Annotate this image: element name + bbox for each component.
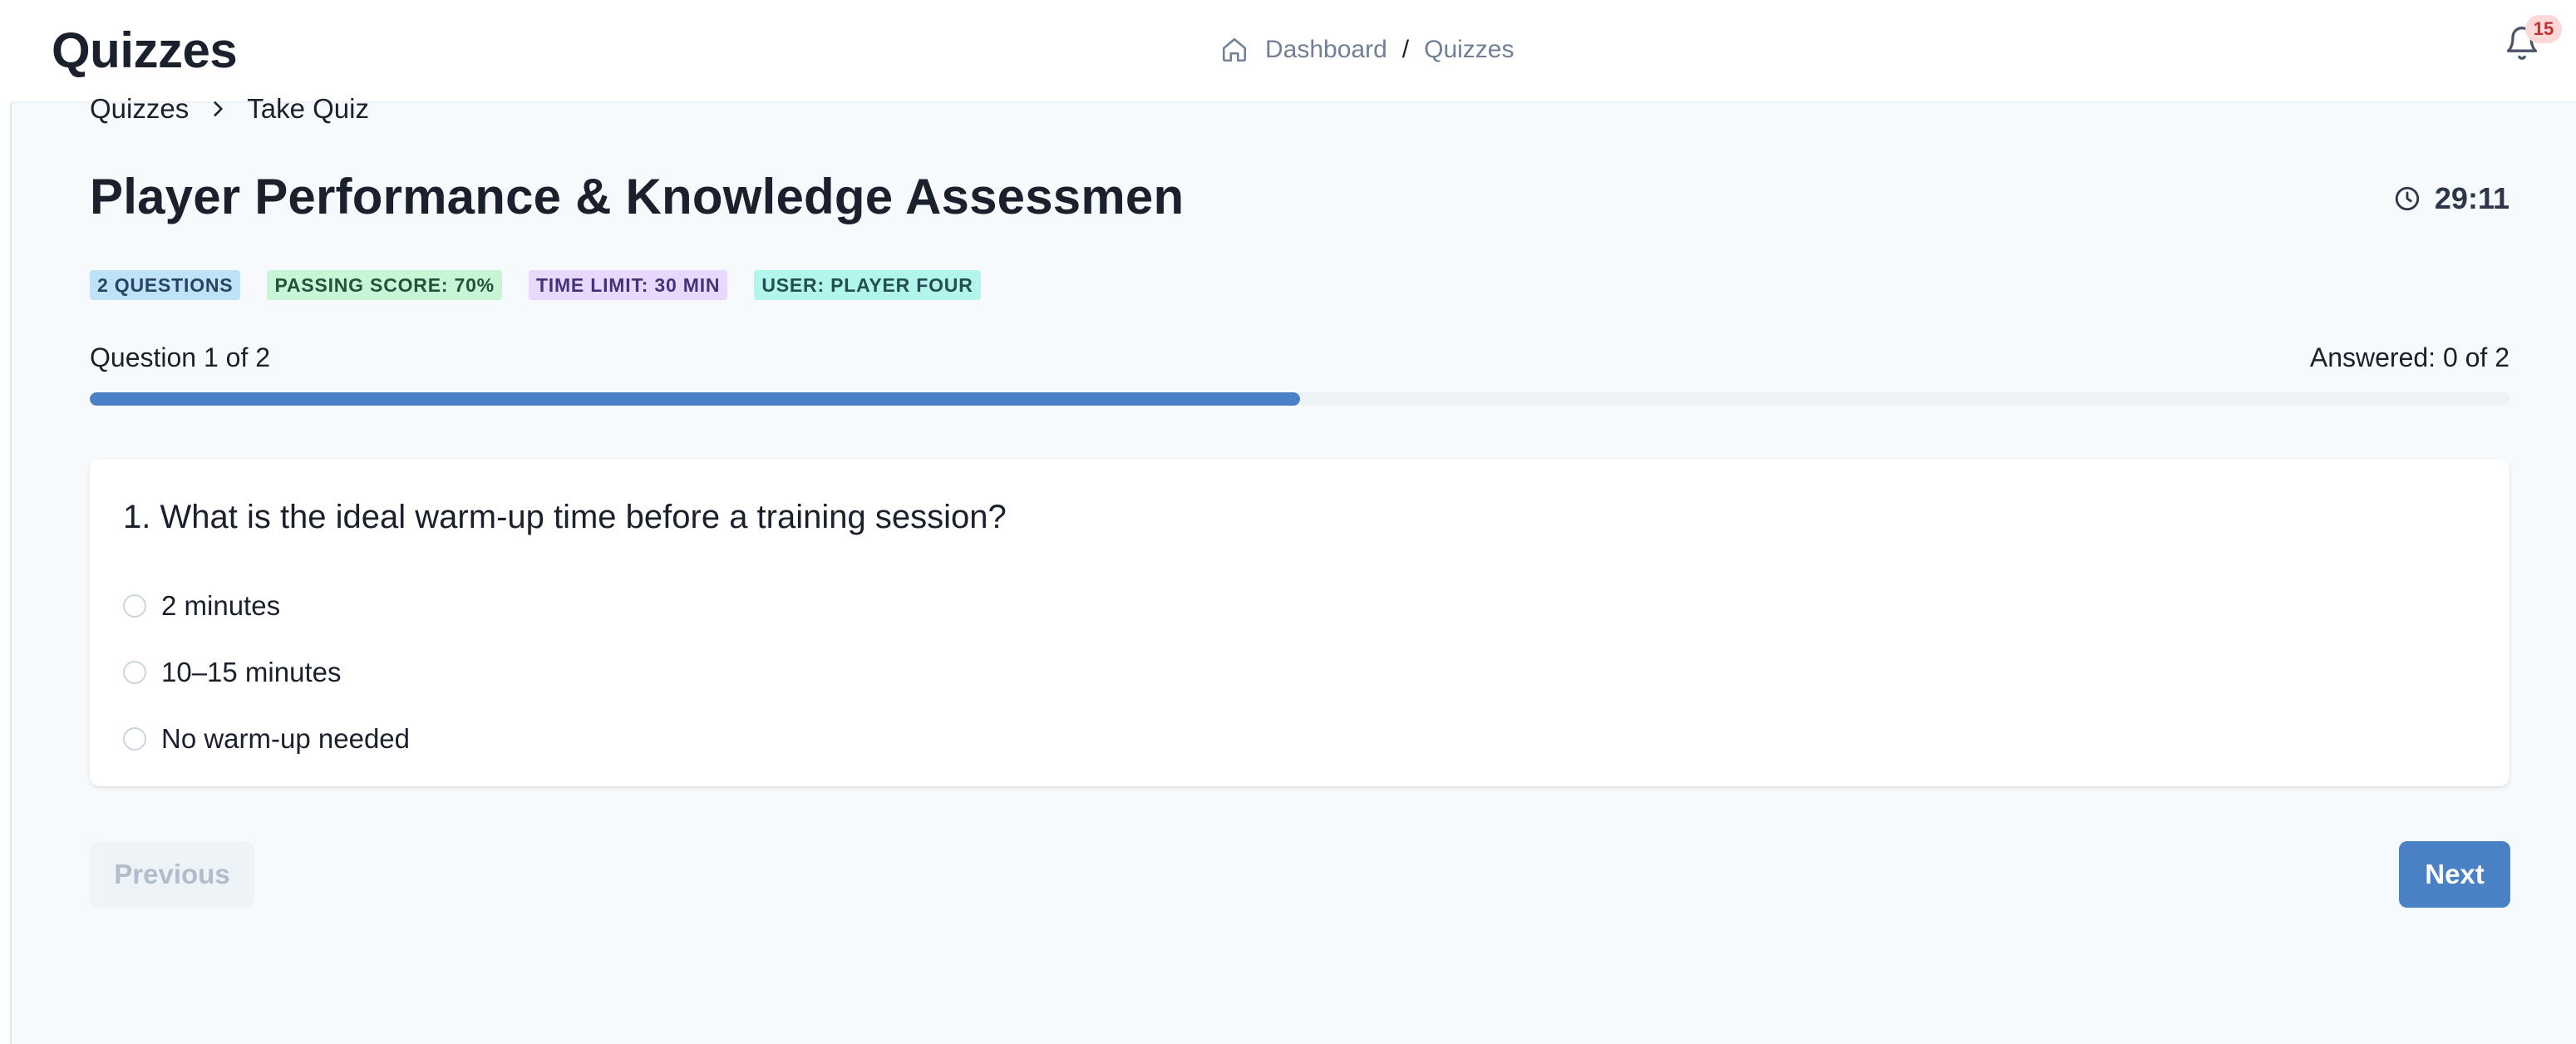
previous-button[interactable]: Previous — [90, 841, 254, 908]
chevron-right-icon — [214, 101, 223, 116]
breadcrumb: Dashboard / Quizzes — [1220, 32, 1514, 68]
progress-labels: Question 1 of 2 Answered: 0 of 2 — [90, 342, 2510, 373]
answer-option-label: 2 minutes — [161, 590, 281, 621]
question-card: 1. What is the ideal warm-up time before… — [90, 459, 2510, 786]
page-title: Quizzes — [52, 22, 238, 78]
home-icon — [1222, 37, 1247, 62]
tag-questions: 2 QUESTIONS — [90, 270, 241, 300]
tag-user: USER: PLAYER FOUR — [754, 270, 981, 300]
progress-bar-fill — [90, 392, 1300, 406]
timer-value: 29:11 — [2434, 181, 2510, 215]
breadcrumb-separator: / — [1401, 36, 1410, 63]
answer-option[interactable]: 10–15 minutes — [123, 657, 341, 688]
quiz-title: Player Performance & Knowledge Assessmen — [90, 169, 1185, 224]
answer-option[interactable]: 2 minutes — [123, 590, 280, 622]
sub-breadcrumb-current: Take Quiz — [247, 93, 369, 124]
breadcrumb-dashboard-link[interactable]: Dashboard — [1265, 36, 1387, 64]
sub-breadcrumb: Quizzes Take Quiz — [90, 93, 369, 125]
question-counter: Question 1 of 2 — [90, 342, 271, 372]
top-header: Quizzes Dashboard / Quizzes — [10, 0, 2576, 103]
radio-button[interactable] — [123, 594, 146, 618]
quiz-timer: 29:11 — [2393, 181, 2510, 216]
answered-counter: Answered: 0 of 2 — [2309, 342, 2510, 372]
answer-option-label: No warm-up needed — [161, 723, 410, 754]
answer-option-label: 10–15 minutes — [161, 657, 342, 687]
sidebar-edge — [0, 0, 12, 1044]
next-button[interactable]: Next — [2399, 841, 2510, 908]
progress-bar — [90, 392, 2510, 406]
sub-breadcrumb-quizzes-link[interactable]: Quizzes — [90, 93, 189, 125]
quiz-tags: 2 QUESTIONS PASSING SCORE: 70% TIME LIMI… — [90, 270, 981, 300]
question-text: 1. What is the ideal warm-up time before… — [123, 499, 1007, 535]
notification-count-badge: 15 — [2525, 15, 2562, 43]
breadcrumb-current: Quizzes — [1424, 36, 1515, 63]
radio-button[interactable] — [123, 661, 146, 684]
tag-time-limit: TIME LIMIT: 30 MIN — [528, 270, 728, 300]
tag-passing-score: PASSING SCORE: 70% — [267, 270, 502, 300]
answer-option[interactable]: No warm-up needed — [123, 723, 410, 755]
radio-button[interactable] — [123, 727, 146, 751]
clock-icon — [2395, 186, 2420, 211]
